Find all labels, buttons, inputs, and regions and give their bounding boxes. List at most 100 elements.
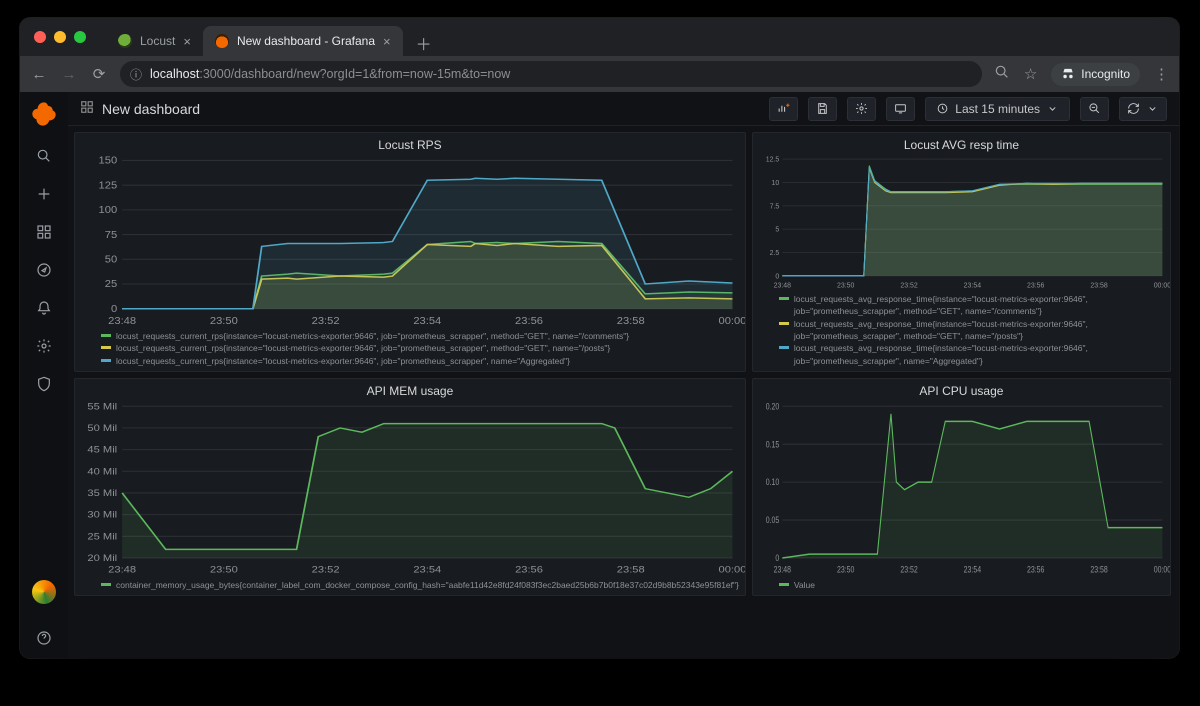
svg-text:23:50: 23:50 xyxy=(837,565,855,575)
sidebar-dashboards-icon[interactable] xyxy=(34,222,54,242)
legend-item[interactable]: locust_requests_avg_response_time{instan… xyxy=(779,293,1164,318)
url-text: localhost:3000/dashboard/new?orgId=1&fro… xyxy=(150,67,510,81)
svg-text:23:50: 23:50 xyxy=(210,316,238,326)
sidebar-help-icon[interactable] xyxy=(34,628,54,648)
legend-item[interactable]: locust_requests_avg_response_time{instan… xyxy=(779,318,1164,343)
close-tab-icon[interactable]: × xyxy=(183,35,191,48)
svg-text:00:00: 00:00 xyxy=(719,316,745,326)
svg-text:20 Mil: 20 Mil xyxy=(87,554,117,564)
browser-menu-icon[interactable]: ⋮ xyxy=(1154,65,1169,83)
save-dashboard-button[interactable] xyxy=(808,97,837,121)
sidebar-config-icon[interactable] xyxy=(34,336,54,356)
panel-cpu[interactable]: API CPU usage00.050.100.150.2023:4823:50… xyxy=(752,378,1171,596)
reload-button[interactable]: ⟳ xyxy=(90,65,108,83)
svg-text:23:58: 23:58 xyxy=(617,316,645,326)
url-input[interactable]: ⓘ localhost:3000/dashboard/new?orgId=1&f… xyxy=(120,61,982,87)
legend-item[interactable]: container_memory_usage_bytes{container_l… xyxy=(101,579,739,591)
incognito-badge: Incognito xyxy=(1051,63,1140,86)
svg-text:23:48: 23:48 xyxy=(774,280,791,289)
svg-text:5: 5 xyxy=(775,224,779,233)
svg-text:23:48: 23:48 xyxy=(108,565,136,575)
browser-address-bar: ← → ⟳ ⓘ localhost:3000/dashboard/new?org… xyxy=(20,56,1179,92)
chevron-down-icon xyxy=(1046,102,1059,115)
svg-text:23:54: 23:54 xyxy=(413,565,441,575)
svg-text:23:56: 23:56 xyxy=(1027,280,1044,289)
panel-legend: Value xyxy=(753,577,1170,595)
svg-text:0: 0 xyxy=(775,271,779,280)
svg-text:23:50: 23:50 xyxy=(210,565,238,575)
sidebar-alerting-icon[interactable] xyxy=(34,298,54,318)
svg-text:0: 0 xyxy=(775,553,779,563)
close-window-button[interactable] xyxy=(34,31,46,43)
svg-text:23:58: 23:58 xyxy=(1090,565,1108,575)
svg-text:75: 75 xyxy=(105,230,118,240)
svg-text:23:54: 23:54 xyxy=(964,565,982,575)
tv-mode-button[interactable] xyxy=(886,97,915,121)
legend-item[interactable]: locust_requests_avg_response_time{instan… xyxy=(779,342,1164,367)
svg-text:7.5: 7.5 xyxy=(769,201,779,210)
panel-rps[interactable]: Locust RPS025507510012515023:4823:5023:5… xyxy=(74,132,746,372)
svg-text:23:58: 23:58 xyxy=(617,565,645,575)
panel-mem[interactable]: API MEM usage20 Mil25 Mil30 Mil35 Mil40 … xyxy=(74,378,746,596)
panel-title: Locust AVG resp time xyxy=(753,133,1170,154)
tab-label: New dashboard - Grafana xyxy=(237,34,375,48)
svg-text:0.20: 0.20 xyxy=(766,401,780,411)
sidebar-create-icon[interactable] xyxy=(34,184,54,204)
user-avatar[interactable] xyxy=(32,580,56,604)
svg-text:23:50: 23:50 xyxy=(837,280,854,289)
add-panel-button[interactable] xyxy=(769,97,798,121)
svg-text:0.15: 0.15 xyxy=(766,439,780,449)
panel-title: API MEM usage xyxy=(75,379,745,400)
locust-favicon xyxy=(118,34,132,48)
tab-label: Locust xyxy=(140,34,175,48)
browser-tabs: Locust × New dashboard - Grafana × ＋ xyxy=(106,18,437,56)
sidebar-search-icon[interactable] xyxy=(34,146,54,166)
legend-item[interactable]: Value xyxy=(779,579,1164,591)
svg-text:0.10: 0.10 xyxy=(766,477,780,487)
panel-title: Locust RPS xyxy=(75,133,745,154)
grafana-favicon xyxy=(215,34,229,48)
legend-item[interactable]: locust_requests_current_rps{instance="lo… xyxy=(101,330,739,342)
back-button[interactable]: ← xyxy=(30,66,48,83)
site-info-icon[interactable]: ⓘ xyxy=(130,66,142,83)
svg-text:150: 150 xyxy=(99,156,118,166)
maximize-window-button[interactable] xyxy=(74,31,86,43)
legend-item[interactable]: locust_requests_current_rps{instance="lo… xyxy=(101,342,739,354)
svg-text:100: 100 xyxy=(99,206,118,216)
panel-resp[interactable]: Locust AVG resp time02.557.51012.523:482… xyxy=(752,132,1171,372)
new-tab-button[interactable]: ＋ xyxy=(411,30,437,56)
time-range-picker[interactable]: Last 15 minutes xyxy=(925,97,1070,121)
browser-tab-locust[interactable]: Locust × xyxy=(106,26,203,56)
svg-text:23:52: 23:52 xyxy=(312,316,340,326)
minimize-window-button[interactable] xyxy=(54,31,66,43)
svg-text:0: 0 xyxy=(111,305,117,315)
refresh-button[interactable] xyxy=(1119,97,1167,121)
grafana-logo[interactable] xyxy=(30,100,58,128)
svg-text:23:56: 23:56 xyxy=(515,316,543,326)
forward-button[interactable]: → xyxy=(60,66,78,83)
sidebar-admin-icon[interactable] xyxy=(34,374,54,394)
svg-text:50: 50 xyxy=(105,255,118,265)
svg-text:25: 25 xyxy=(105,280,118,290)
svg-text:23:52: 23:52 xyxy=(900,565,918,575)
grafana-sidebar xyxy=(20,92,68,658)
grafana-topbar: New dashboard Last 15 minutes xyxy=(68,92,1179,126)
bookmark-icon[interactable]: ☆ xyxy=(1024,65,1037,83)
search-lens-icon[interactable] xyxy=(994,64,1010,85)
dashboard-grid-icon xyxy=(80,100,94,117)
legend-item[interactable]: locust_requests_current_rps{instance="lo… xyxy=(101,355,739,367)
svg-text:0.05: 0.05 xyxy=(766,515,780,525)
zoom-out-button[interactable] xyxy=(1080,97,1109,121)
close-tab-icon[interactable]: × xyxy=(383,35,391,48)
browser-tab-grafana[interactable]: New dashboard - Grafana × xyxy=(203,26,403,56)
panel-legend: container_memory_usage_bytes{container_l… xyxy=(75,577,745,595)
panel-title: API CPU usage xyxy=(753,379,1170,400)
svg-text:00:00: 00:00 xyxy=(1154,280,1170,289)
panel-legend: locust_requests_avg_response_time{instan… xyxy=(753,291,1170,371)
dashboard-settings-button[interactable] xyxy=(847,97,876,121)
svg-text:50 Mil: 50 Mil xyxy=(87,424,117,434)
svg-text:35 Mil: 35 Mil xyxy=(87,489,117,499)
svg-text:10: 10 xyxy=(771,178,779,187)
sidebar-explore-icon[interactable] xyxy=(34,260,54,280)
svg-text:23:58: 23:58 xyxy=(1090,280,1107,289)
